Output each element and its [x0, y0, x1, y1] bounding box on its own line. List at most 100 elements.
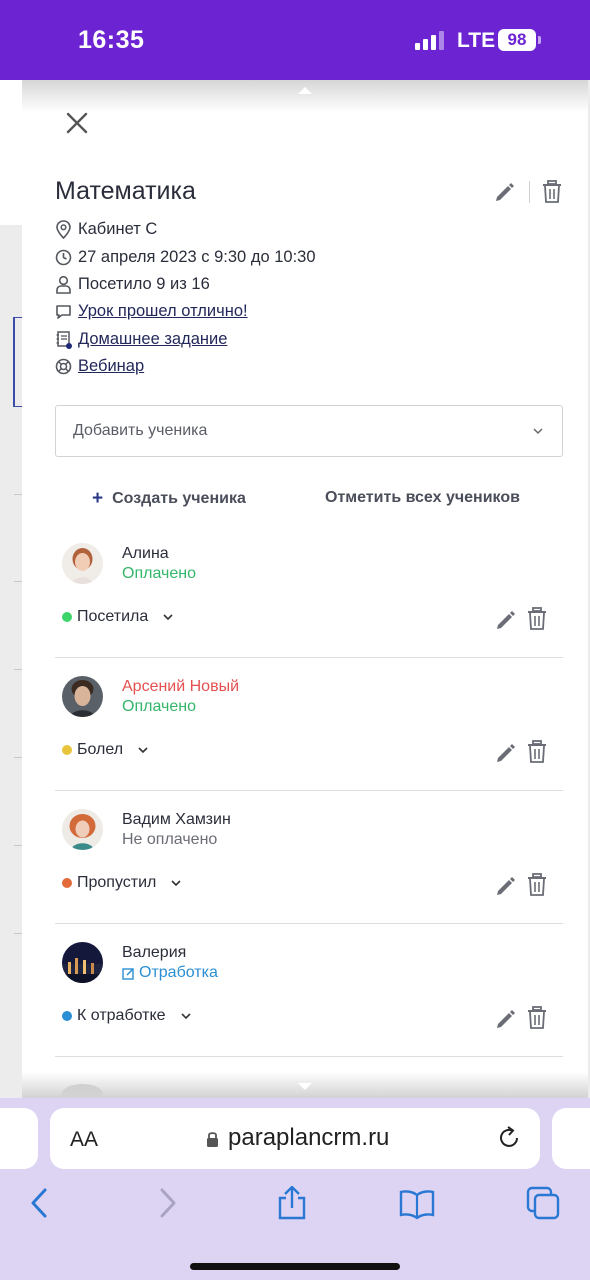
lesson-webinar[interactable]: Вебинар	[55, 357, 144, 376]
add-student-select[interactable]: Добавить ученика	[55, 405, 563, 457]
lesson-homework[interactable]: Домашнее задание	[55, 330, 227, 349]
previous-tab-preview[interactable]	[0, 1108, 38, 1169]
tabs-icon[interactable]	[526, 1186, 560, 1220]
person-icon	[56, 275, 71, 294]
scroll-shade-top	[22, 80, 588, 112]
payment-status: Оплачено	[122, 565, 196, 582]
chevron-down-icon	[163, 614, 173, 621]
student-avatar[interactable]	[62, 809, 103, 850]
edit-icon[interactable]	[495, 1008, 517, 1030]
plus-icon: +	[92, 488, 104, 509]
payment-status: Отработка	[122, 964, 218, 982]
payment-status-text: Отработка	[139, 964, 218, 981]
student-row: Валерия Отработка К отработке	[55, 924, 563, 1057]
status-dot	[62, 745, 72, 755]
homework-link[interactable]: Домашнее задание	[78, 330, 227, 349]
student-name: Валерия	[122, 944, 187, 961]
attendance-dropdown[interactable]: К отработке	[62, 1007, 192, 1025]
close-icon[interactable]	[64, 110, 90, 136]
back-icon[interactable]	[28, 1186, 50, 1220]
background-header	[0, 80, 22, 225]
student-avatar[interactable]	[62, 543, 103, 584]
background-selected-row	[13, 317, 22, 407]
create-student-label: Создать ученика	[112, 490, 246, 507]
create-student-button[interactable]: + Создать ученика	[92, 488, 246, 510]
lesson-attendance-text: Посетило 9 из 16	[78, 275, 210, 293]
student-name: Арсений Новый	[122, 678, 240, 695]
homework-icon	[56, 331, 72, 349]
edit-icon[interactable]	[495, 875, 517, 897]
home-indicator	[190, 1263, 400, 1270]
background-divider	[14, 669, 22, 670]
edit-icon[interactable]	[495, 742, 517, 764]
lesson-modal: Математика Кабинет С 27 апреля 2023 с 9:…	[22, 80, 588, 1098]
background-divider	[14, 581, 22, 582]
scroll-down-indicator	[298, 1083, 312, 1090]
location-pin-icon	[56, 220, 71, 239]
network-label: LTE	[457, 29, 496, 52]
trash-icon[interactable]	[527, 1006, 547, 1030]
chevron-down-icon	[138, 747, 148, 754]
attendance-dropdown[interactable]: Посетила	[62, 608, 174, 626]
student-avatar[interactable]	[62, 942, 103, 983]
edit-lesson-icon[interactable]	[494, 181, 516, 203]
lesson-datetime: 27 апреля 2023 с 9:30 до 10:30	[55, 248, 316, 267]
url-text[interactable]: paraplancrm.ru	[228, 1124, 389, 1152]
battery-tip	[538, 36, 541, 44]
trash-icon[interactable]	[527, 740, 547, 764]
background-divider	[14, 757, 22, 758]
lesson-attendance: Посетило 9 из 16	[55, 275, 210, 294]
student-row: Вадим Хамзин Не оплачено Пропустил	[55, 791, 563, 924]
payment-status: Не оплачено	[122, 831, 218, 848]
chevron-down-icon	[171, 880, 181, 887]
forward-icon[interactable]	[157, 1186, 179, 1220]
bookmarks-icon[interactable]	[398, 1186, 436, 1220]
signal-icon	[415, 30, 445, 50]
attendance-dropdown[interactable]: Болел	[62, 741, 149, 759]
edit-square-icon	[122, 967, 134, 980]
mark-all-students-button[interactable]: Отметить всех учеников	[325, 489, 520, 507]
lesson-datetime-text: 27 апреля 2023 с 9:30 до 10:30	[78, 248, 316, 266]
share-icon[interactable]	[276, 1186, 308, 1220]
battery-icon: 98	[498, 29, 536, 51]
attendance-status: Болел	[77, 741, 124, 758]
edit-icon[interactable]	[495, 609, 517, 631]
background-divider	[14, 845, 22, 846]
status-bar: 16:35 LTE 98	[0, 0, 590, 80]
payment-status: Оплачено	[122, 698, 196, 715]
background-divider	[14, 494, 22, 495]
lesson-comment-link[interactable]: Урок прошел отлично!	[78, 302, 248, 321]
next-tab-preview[interactable]	[552, 1108, 590, 1169]
webinar-link[interactable]: Вебинар	[78, 357, 144, 376]
student-row: Алина Оплачено Посетила	[55, 525, 563, 658]
browser-toolbar: AA paraplancrm.ru	[0, 1098, 590, 1280]
chevron-down-icon	[180, 1013, 191, 1020]
lock-icon	[207, 1132, 218, 1147]
student-row: Арсений Новый Оплачено Болел	[55, 658, 563, 791]
status-dot	[62, 1011, 72, 1021]
scroll-up-indicator	[298, 87, 312, 94]
status-time: 16:35	[78, 26, 145, 54]
attendance-status: Пропустил	[77, 874, 157, 891]
trash-icon[interactable]	[527, 607, 547, 631]
comment-icon	[56, 305, 71, 319]
lifebuoy-icon	[55, 358, 72, 375]
background-divider	[14, 933, 22, 934]
lesson-comment[interactable]: Урок прошел отлично!	[55, 302, 248, 321]
status-dot	[62, 612, 72, 622]
lesson-room: Кабинет С	[55, 220, 157, 239]
lesson-title: Математика	[55, 177, 196, 205]
lesson-room-text: Кабинет С	[78, 220, 158, 238]
title-separator	[529, 181, 530, 203]
text-size-button[interactable]: AA	[70, 1128, 98, 1152]
chevron-down-icon	[533, 428, 543, 435]
student-name: Вадим Хамзин	[122, 811, 231, 828]
delete-lesson-icon[interactable]	[542, 180, 562, 204]
attendance-status: К отработке	[77, 1007, 166, 1024]
student-avatar[interactable]	[62, 676, 103, 717]
add-student-placeholder: Добавить ученика	[73, 422, 208, 439]
address-bar[interactable]: AA paraplancrm.ru	[50, 1108, 540, 1169]
trash-icon[interactable]	[527, 873, 547, 897]
reload-icon[interactable]	[498, 1125, 522, 1151]
attendance-dropdown[interactable]: Пропустил	[62, 874, 182, 892]
